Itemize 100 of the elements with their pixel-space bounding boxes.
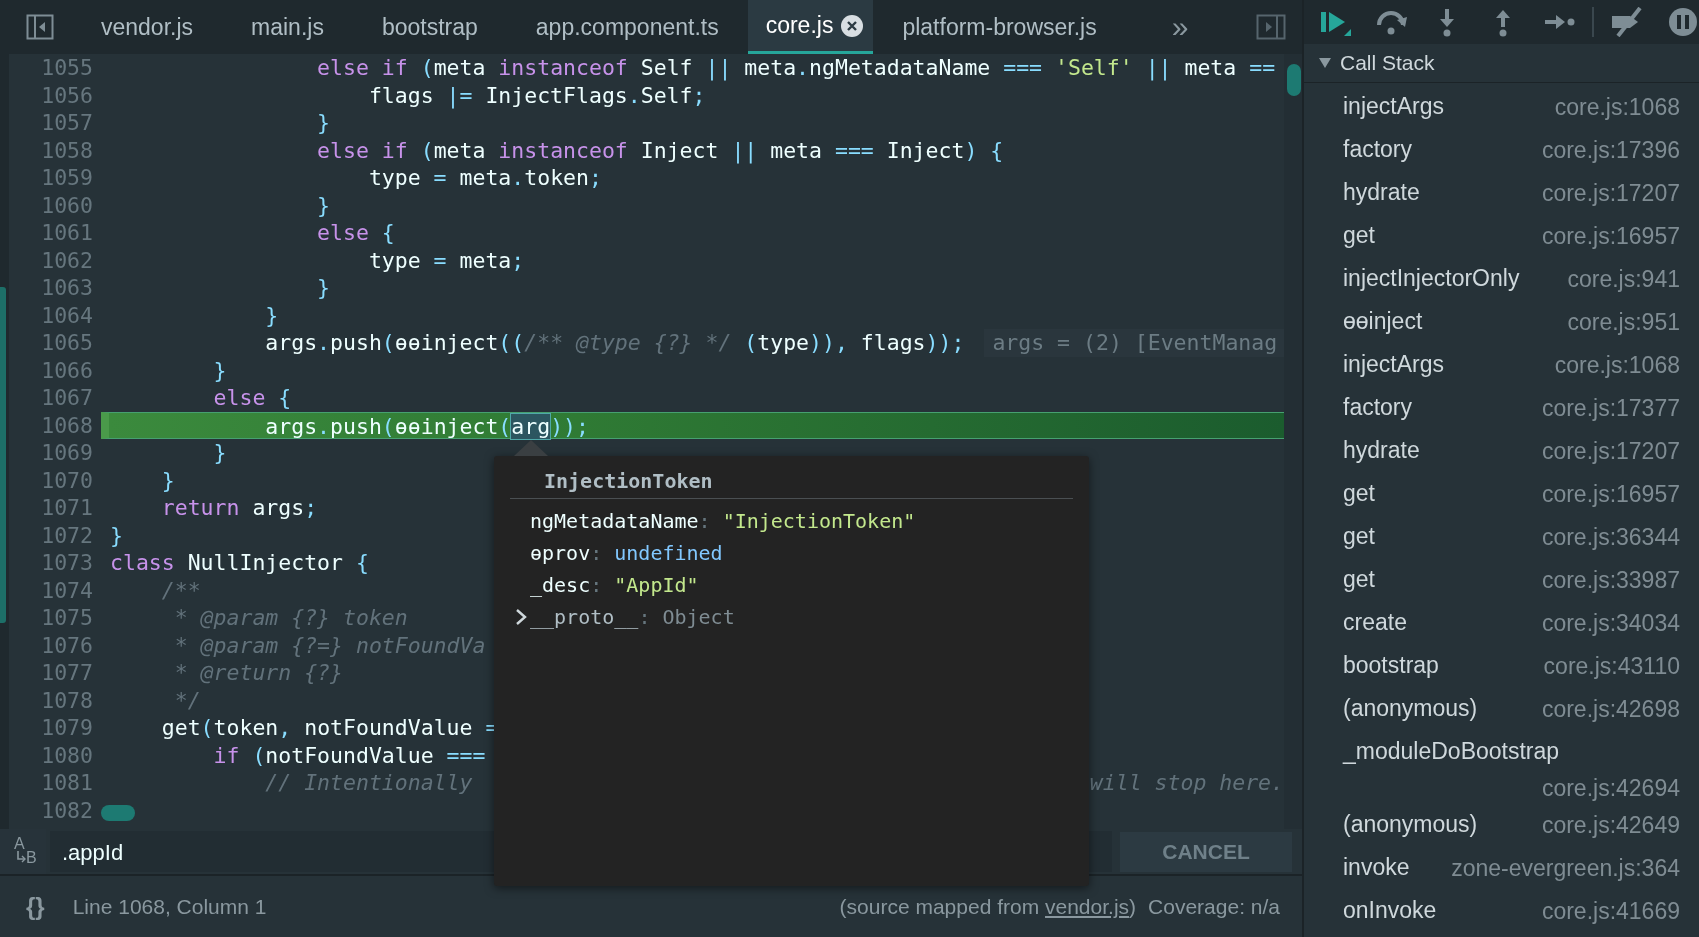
file-tab[interactable]: platform-browser.js: [873, 0, 1126, 54]
popover-title: InjectionToken: [510, 468, 1073, 499]
file-tab[interactable]: core.js: [747, 0, 874, 54]
inline-value: args = (2) [EventManag: [984, 329, 1284, 357]
code-line: /**: [160, 576, 201, 604]
call-frame[interactable]: get core.js:36344: [1343, 515, 1680, 558]
code-line: }: [212, 439, 227, 467]
property-value: "InjectionToken": [722, 509, 916, 533]
call-frame[interactable]: hydrate core.js:17207: [1343, 171, 1680, 214]
call-frame[interactable]: hydrate core.js:17207: [1343, 429, 1680, 472]
code-line: flags |= InjectFlags.Self;: [367, 81, 706, 109]
property-value: Object: [662, 605, 735, 629]
call-frame[interactable]: injectArgs core.js:1068: [1343, 343, 1680, 386]
code-line: return args;: [160, 494, 318, 522]
line-number: 1063: [40, 274, 93, 302]
property-value: undefined: [614, 541, 723, 565]
line-number: 1060: [40, 191, 93, 219]
code-line: else {: [212, 384, 292, 412]
property-value: "AppId": [614, 573, 699, 597]
property-name: ngMetadataName: [530, 509, 699, 533]
file-tab[interactable]: vendor.js: [72, 0, 223, 54]
code-line: }: [160, 466, 175, 494]
file-tab[interactable]: app.component.ts: [506, 0, 748, 54]
source-map-note: (source mapped from vendor.js): [839, 894, 1137, 919]
call-frame[interactable]: invoke zone-evergreen.js:364: [1343, 846, 1680, 889]
code-line: }: [316, 274, 331, 302]
property-separator: :: [590, 541, 603, 565]
code-line: }: [212, 356, 227, 384]
property-separator: :: [698, 509, 711, 533]
line-number: 1056: [40, 81, 93, 109]
line-number: 1067: [40, 384, 93, 412]
expand-icon[interactable]: [514, 608, 528, 626]
panel-toggle-icon[interactable]: [1256, 14, 1286, 40]
call-frame[interactable]: (anonymous) core.js:42698: [1343, 687, 1680, 730]
close-icon[interactable]: [841, 14, 864, 37]
code-line: }: [316, 191, 331, 219]
line-number: 1075: [40, 604, 93, 632]
code-line: class NullInjector {: [109, 549, 369, 577]
line-number: 1062: [40, 246, 93, 274]
sidebar-toggle-icon[interactable]: [26, 14, 54, 40]
code-line: }: [316, 109, 331, 137]
call-frame[interactable]: create core.js:34034: [1343, 601, 1680, 644]
line-number: 1055: [40, 54, 93, 82]
property-name: _desc: [530, 573, 591, 597]
code-line: if (notFoundValue ===: [212, 741, 486, 769]
call-frame[interactable]: factory core.js:17377: [1343, 386, 1680, 429]
popover-arrow-icon: [514, 440, 548, 456]
code-line: * @param {?=} notFoundVa: [173, 631, 486, 659]
line-number: 1070: [40, 466, 93, 494]
line-number: 1059: [40, 164, 93, 192]
line-number: 1076: [40, 631, 93, 659]
arrow-icon: [16, 851, 26, 863]
tab-overflow-button[interactable]: »: [1165, 10, 1195, 44]
scroll-thumb[interactable]: [101, 805, 135, 821]
line-number: 1057: [40, 109, 93, 137]
call-frame[interactable]: (anonymous) core.js:42649: [1343, 803, 1680, 846]
line-number: 1078: [40, 686, 93, 714]
line-number: 1058: [40, 136, 93, 164]
call-frame[interactable]: factory core.js:17396: [1343, 128, 1680, 171]
code-line: }: [264, 301, 279, 329]
line-number: 1072: [40, 521, 93, 549]
code-line: type = meta.token;: [367, 164, 602, 192]
call-frame[interactable]: onInvoke core.js:41669: [1343, 889, 1680, 932]
call-frame[interactable]: injectInjectorOnly core.js:941: [1343, 257, 1680, 300]
format-button[interactable]: {}: [26, 892, 45, 921]
code-line: * @return {?}: [173, 659, 343, 687]
line-number: 1081: [40, 769, 93, 797]
call-frame[interactable]: injectArgs core.js:1068: [1343, 85, 1680, 128]
pause-icon[interactable]: [1668, 7, 1698, 37]
call-frame[interactable]: get core.js:16957: [1343, 214, 1680, 257]
code-line: * @param {?} token: [173, 604, 408, 632]
code-line: // Intentionally: [264, 769, 473, 797]
line-number: 1061: [40, 219, 93, 247]
triangle-icon[interactable]: [1318, 57, 1332, 69]
line-number: 1071: [40, 494, 93, 522]
call-frame[interactable]: get core.js:16957: [1343, 472, 1680, 515]
property-separator: :: [590, 573, 603, 597]
line-number: 1066: [40, 356, 93, 384]
coverage-text: Coverage: n/a: [1148, 894, 1280, 919]
source-link[interactable]: vendor.js: [1045, 894, 1130, 918]
code-line: type = meta;: [367, 246, 525, 274]
line-number: 1069: [40, 439, 93, 467]
code-line: }: [109, 521, 123, 549]
line-number: 1077: [40, 659, 93, 687]
code-line: else if (meta instanceof Inject || meta === Inject) {: [316, 136, 1004, 164]
property-separator: :: [638, 605, 651, 629]
file-tab[interactable]: bootstrap: [352, 0, 507, 54]
call-frame[interactable]: get core.js:33987: [1343, 558, 1680, 601]
scroll-thumb[interactable]: [0, 287, 6, 623]
code-line: args.push(ɵɵinject((/** @type {?} */ (type)), flags));: [264, 329, 965, 357]
code-line: */: [173, 686, 201, 714]
line-number: 1079: [40, 714, 93, 742]
call-stack-header[interactable]: Call Stack: [1304, 44, 1699, 83]
file-tab[interactable]: main.js: [222, 0, 353, 54]
call-frame[interactable]: bootstrap core.js:43110: [1343, 644, 1680, 687]
call-frame[interactable]: ɵɵinject core.js:951: [1343, 300, 1680, 343]
scroll-thumb[interactable]: [1287, 64, 1301, 96]
line-number: 1080: [40, 741, 93, 769]
line-number: 1068: [40, 411, 93, 439]
search-input[interactable]: .appId: [54, 831, 1112, 874]
